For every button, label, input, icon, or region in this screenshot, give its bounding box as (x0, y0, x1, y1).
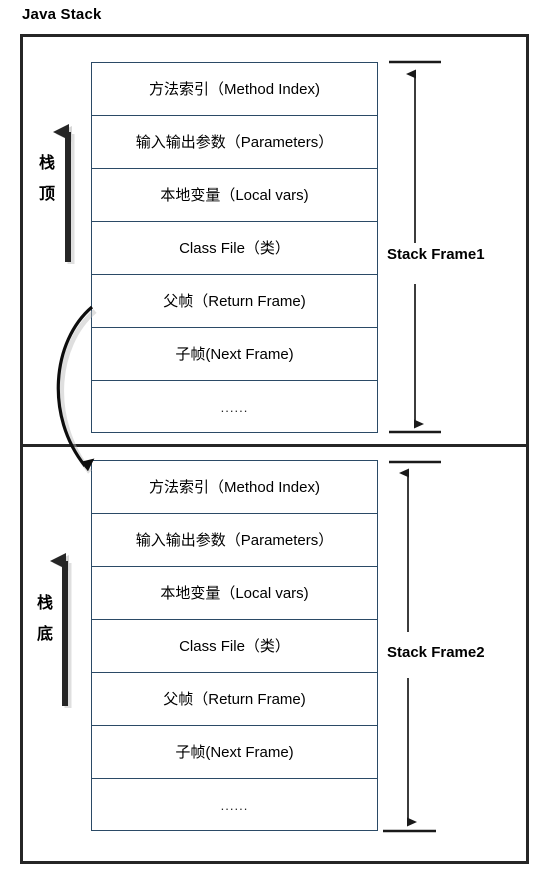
frame1-row-class-file: Class File（类） (92, 222, 377, 275)
frame1-row-method-index: 方法索引（Method Index) (92, 63, 377, 116)
stack-bottom-label-line1: 栈 (36, 595, 53, 612)
stack-top-label-line2: 顶 (38, 186, 55, 203)
frame2-row-parameters: 输入输出参数（Parameters） (92, 514, 377, 567)
frame1-row-local-vars: 本地变量（Local vars) (92, 169, 377, 222)
stack-frame-2-label: Stack Frame2 (385, 643, 487, 662)
frame2-row-local-vars: 本地变量（Local vars) (92, 567, 377, 620)
stack-top-label-line1: 栈 (38, 155, 55, 172)
frame1-row-next-frame: 子帧(Next Frame) (92, 328, 377, 381)
frame2-row-ellipsis: ...... (220, 798, 249, 813)
stack-frame-2-table: 方法索引（Method Index) 输入输出参数（Parameters） 本地… (91, 460, 378, 831)
frame1-row-parameters: 输入输出参数（Parameters） (92, 116, 377, 169)
diagram-canvas: Java Stack 方法索引（Method Index) 输入输出参数（Par… (0, 0, 549, 882)
frame1-row-return-frame: 父帧（Return Frame) (92, 275, 377, 328)
stack-bottom-label: 栈 底 (34, 588, 56, 650)
stack-bottom-label-line2: 底 (36, 626, 53, 643)
stack-top-label: 栈 顶 (36, 148, 58, 210)
stack-frame-1-table: 方法索引（Method Index) 输入输出参数（Parameters） 本地… (91, 62, 378, 433)
stack-frame-1-label: Stack Frame1 (385, 245, 487, 264)
frame-divider-line (20, 444, 529, 447)
frame1-row-ellipsis: ...... (220, 400, 249, 415)
frame2-row-method-index: 方法索引（Method Index) (92, 461, 377, 514)
frame2-row-next-frame: 子帧(Next Frame) (92, 726, 377, 779)
diagram-title: Java Stack (22, 6, 102, 23)
frame2-row-class-file: Class File（类） (92, 620, 377, 673)
frame2-row-return-frame: 父帧（Return Frame) (92, 673, 377, 726)
